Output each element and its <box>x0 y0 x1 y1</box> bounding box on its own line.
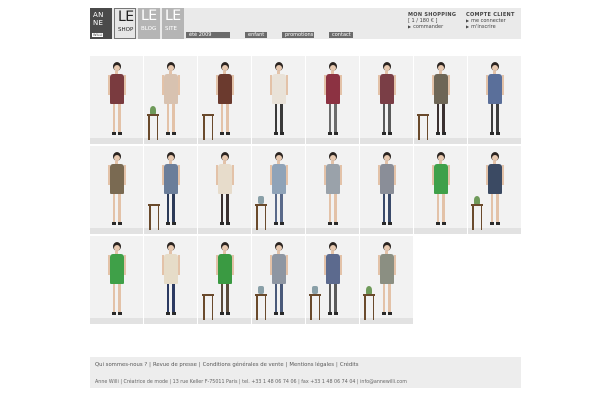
model-figure <box>107 152 127 230</box>
plant-prop <box>366 286 372 294</box>
tab-le-shop[interactable]: LE SHOP <box>114 8 136 39</box>
logo-tag: WILLI <box>92 33 104 37</box>
nav-enfant[interactable]: enfant <box>245 32 267 38</box>
model-figure <box>485 62 505 140</box>
tab-le-shop-big: LE <box>118 9 134 25</box>
register-link[interactable]: ▶ m'inscrire <box>466 24 515 30</box>
model-figure <box>485 152 505 230</box>
model-figure <box>323 62 343 140</box>
product-thumbnail[interactable] <box>306 236 359 324</box>
product-thumbnail[interactable] <box>360 56 413 144</box>
nav-contact[interactable]: contact <box>329 32 353 38</box>
product-thumbnail[interactable] <box>144 56 197 144</box>
model-figure <box>161 62 181 140</box>
product-thumbnail[interactable] <box>90 56 143 144</box>
model-figure <box>269 152 289 230</box>
footer-link-cgv[interactable]: Conditions générales de vente <box>203 362 284 368</box>
model-figure <box>269 62 289 140</box>
model-figure <box>377 152 397 230</box>
model-figure <box>431 152 451 230</box>
model-figure <box>161 152 181 230</box>
product-thumbnail[interactable] <box>306 146 359 234</box>
product-thumbnail[interactable] <box>468 56 521 144</box>
stool-prop <box>255 204 267 230</box>
product-thumbnail[interactable] <box>468 146 521 234</box>
model-figure <box>215 62 235 140</box>
product-thumbnail[interactable] <box>144 236 197 324</box>
product-thumbnail[interactable] <box>198 146 251 234</box>
vase-prop <box>258 286 264 294</box>
product-thumbnail[interactable] <box>252 56 305 144</box>
model-figure <box>107 62 127 140</box>
tab-le-blog-big: LE <box>141 8 157 24</box>
model-figure <box>431 62 451 140</box>
tab-le-shop-label: SHOP <box>118 27 134 33</box>
stool-prop <box>255 294 267 320</box>
footer-link-about[interactable]: Qui sommes-nous ? <box>95 362 147 368</box>
plant-prop <box>150 106 156 114</box>
logo-line-1: AN <box>93 11 104 19</box>
shopping-panel: MON SHOPPING [ 1 / 180 € ] ▶ commander <box>408 12 456 30</box>
nav-ete-2009[interactable]: été 2009 <box>186 32 230 38</box>
product-thumbnail[interactable] <box>306 56 359 144</box>
model-figure <box>107 242 127 320</box>
product-thumbnail[interactable] <box>414 146 467 234</box>
model-figure <box>269 242 289 320</box>
tab-le-site[interactable]: LE SITE <box>162 8 184 39</box>
stool-prop <box>363 294 375 320</box>
product-thumbnail[interactable] <box>198 236 251 324</box>
account-panel: COMPTE CLIENT ▶ me connecter ▶ m'inscrire <box>466 12 515 30</box>
model-figure <box>215 152 235 230</box>
product-thumbnail[interactable] <box>144 146 197 234</box>
vase-prop <box>312 286 318 294</box>
chair-prop <box>202 114 214 140</box>
model-figure <box>323 152 343 230</box>
stool-prop <box>147 114 159 140</box>
product-thumbnail[interactable] <box>360 236 413 324</box>
commander-label: commander <box>413 24 444 30</box>
stool-prop <box>309 294 321 320</box>
arrow-icon: ▶ <box>466 18 470 23</box>
product-thumbnail[interactable] <box>414 56 467 144</box>
model-figure <box>161 242 181 320</box>
stool-prop <box>417 114 429 140</box>
chair-prop <box>148 204 160 230</box>
model-figure <box>377 62 397 140</box>
tab-le-blog-label: BLOG <box>141 26 157 32</box>
chair-prop <box>202 294 214 320</box>
commander-link[interactable]: ▶ commander <box>408 24 456 30</box>
nav-promotions[interactable]: promotions <box>282 32 314 38</box>
tab-le-site-label: SITE <box>165 26 177 32</box>
product-thumbnail[interactable] <box>252 146 305 234</box>
product-thumbnail[interactable] <box>90 236 143 324</box>
logo-anne-willi[interactable]: AN NE WILLI <box>90 8 112 39</box>
register-label: m'inscrire <box>471 24 496 30</box>
vase-prop <box>258 196 264 204</box>
plant-prop <box>474 196 480 204</box>
footer-link-credits[interactable]: Crédits <box>340 362 359 368</box>
tab-le-site-big: LE <box>165 8 181 24</box>
arrow-icon: ▶ <box>408 24 412 29</box>
footer-link-press[interactable]: Revue de presse <box>153 362 197 368</box>
model-figure <box>215 242 235 320</box>
arrow-icon: ▶ <box>466 24 470 29</box>
stool-prop <box>471 204 483 230</box>
footer-link-legal[interactable]: Mentions légales <box>289 362 334 368</box>
product-thumbnail[interactable] <box>90 146 143 234</box>
model-figure <box>377 242 397 320</box>
product-thumbnail[interactable] <box>198 56 251 144</box>
product-thumbnail[interactable] <box>252 236 305 324</box>
footer-address: Anne Willi | Créatrice de mode | 13 rue … <box>95 380 407 385</box>
product-thumbnail[interactable] <box>360 146 413 234</box>
tab-le-blog[interactable]: LE BLOG <box>138 8 160 39</box>
model-figure <box>323 242 343 320</box>
logo-line-2: NE <box>93 19 104 27</box>
footer-links: Qui sommes-nous ? | Revue de presse | Condit… <box>95 362 359 368</box>
